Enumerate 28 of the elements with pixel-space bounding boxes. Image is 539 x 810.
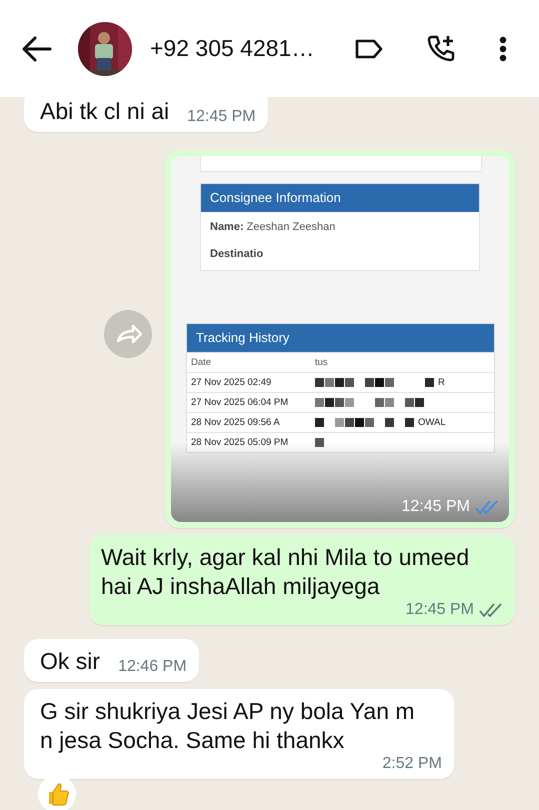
field-text: Destinatio <box>210 248 264 261</box>
message-time: 12:46 PM <box>118 658 187 676</box>
table-cell-text: 28 Nov 2025 09:56 A <box>190 416 281 430</box>
table-cell-text: OWAL <box>418 416 446 430</box>
message-text: Ok sir <box>40 647 100 676</box>
message-text: Wait krly, agar kal nhi Mila to umeed hai AJ inshaAllah miljayega <box>101 543 470 601</box>
message-time: 12:45 PM <box>406 601 474 619</box>
back-icon[interactable] <box>22 36 52 62</box>
table-cell-text: 27 Nov 2025 02:49 <box>190 376 272 390</box>
message-time: 12:45 PM <box>187 108 256 126</box>
pixelation-drawing <box>315 438 324 447</box>
message-text: G sir shukriya Jesi AP ny bola Yan m n jesa Socha. Same hi thankx <box>40 697 416 755</box>
field-text: Name: Zeeshan Zeeshan <box>210 221 336 234</box>
table-cell-text: 27 Nov 2025 06:04 PM <box>190 396 290 410</box>
message-text: Abi tk cl ni ai <box>40 97 170 126</box>
table-cell-text: 28 Nov 2025 05:09 PM <box>190 436 290 450</box>
card-title: Consignee Information <box>201 184 479 212</box>
message-time: 2:52 PM <box>382 755 442 773</box>
contact-name[interactable]: +92 305 4281… <box>150 35 332 62</box>
label-icon[interactable] <box>354 38 384 60</box>
table-title: Tracking History <box>187 324 494 352</box>
table-cell-text: R <box>438 376 445 390</box>
menu-icon[interactable] <box>499 36 507 62</box>
thumbs-up-icon[interactable] <box>38 775 76 810</box>
add-call-icon[interactable] <box>426 34 456 64</box>
message-time: 12:45 PM <box>402 498 470 516</box>
column-header: tus <box>315 356 329 370</box>
column-header: Date <box>190 356 212 370</box>
